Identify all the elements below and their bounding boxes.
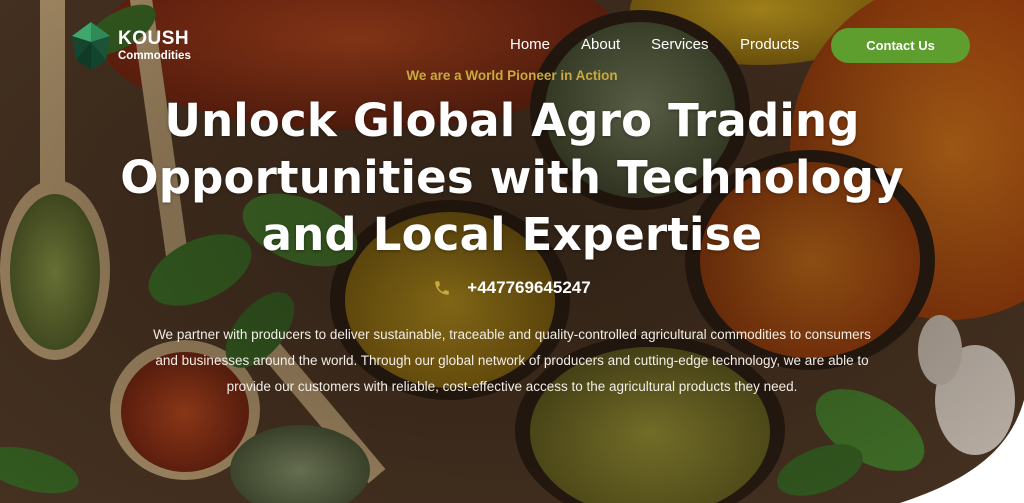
phone-contact[interactable]: +447769645247 <box>0 278 1024 298</box>
contact-us-button[interactable]: Contact Us <box>831 28 970 63</box>
nav-services[interactable]: Services <box>651 36 709 53</box>
hero-headline: Unlock Global Agro Trading Opportunities… <box>120 94 904 261</box>
phone-icon <box>435 281 450 295</box>
nav-home[interactable]: Home <box>510 36 550 53</box>
nav-about[interactable]: About <box>581 36 620 53</box>
hero-section: KOUSH Commodities Home About Services Pr… <box>0 0 1024 503</box>
nav-products[interactable]: Products <box>740 36 799 53</box>
brand-logo[interactable]: KOUSH Commodities <box>68 20 191 72</box>
hero-description: We partner with producers to deliver sus… <box>153 327 871 394</box>
brand-subtitle: Commodities <box>118 50 191 62</box>
hero-tagline: We are a World Pioneer in Action <box>406 68 618 83</box>
phone-number[interactable]: +447769645247 <box>467 278 590 298</box>
gem-diamond-icon <box>72 22 110 70</box>
brand-name: KOUSH <box>118 28 190 49</box>
